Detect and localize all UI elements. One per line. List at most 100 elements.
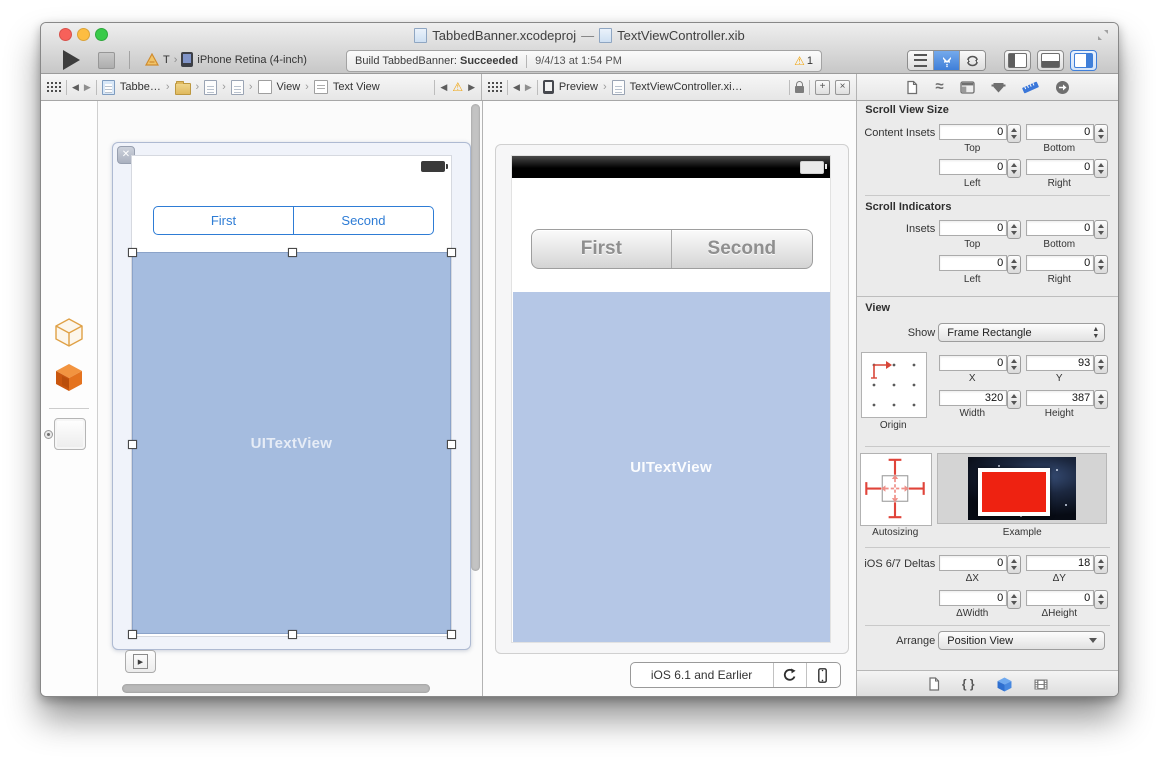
- indicator-inset-left-stepper[interactable]: [1007, 255, 1021, 274]
- identity-inspector-tab-icon[interactable]: [960, 81, 975, 94]
- preview-os-version-button[interactable]: iOS 6.1 and Earlier: [631, 663, 774, 687]
- ios-root-view[interactable]: First Second UITextView: [131, 155, 452, 637]
- vertical-scrollbar[interactable]: [471, 104, 480, 571]
- media-library-icon[interactable]: [1034, 679, 1048, 690]
- first-responder-icon[interactable]: [54, 363, 84, 392]
- assistant-editor-button[interactable]: [934, 51, 960, 70]
- xib-file-icon[interactable]: [231, 80, 244, 95]
- fullscreen-icon[interactable]: [1097, 29, 1109, 41]
- breadcrumb-view[interactable]: View: [277, 81, 301, 93]
- issue-badge[interactable]: ⚠ 1: [794, 54, 813, 68]
- resize-handle-mid-right[interactable]: [447, 440, 456, 449]
- version-editor-button[interactable]: [960, 51, 985, 70]
- related-items-icon[interactable]: [488, 82, 502, 92]
- segment-first[interactable]: First: [154, 207, 294, 234]
- back-button[interactable]: ◀: [513, 82, 520, 93]
- close-assistant-editor-button[interactable]: ×: [835, 80, 850, 95]
- content-inset-top-field[interactable]: [939, 124, 1007, 140]
- width-field[interactable]: [939, 390, 1007, 406]
- forward-button[interactable]: ▶: [84, 82, 91, 93]
- related-items-icon[interactable]: [47, 82, 61, 92]
- device-type-button[interactable]: [807, 663, 839, 687]
- previous-issue-button[interactable]: ◀: [440, 82, 447, 93]
- height-field[interactable]: [1026, 390, 1094, 406]
- content-inset-bottom-field[interactable]: [1026, 124, 1094, 140]
- file-template-library-icon[interactable]: [928, 677, 940, 691]
- uitextview-selected[interactable]: UITextView: [132, 252, 451, 634]
- show-popup-button[interactable]: Frame Rectangle ▲▼: [938, 323, 1105, 342]
- indicator-inset-top-field[interactable]: [939, 220, 1007, 236]
- delta-height-field[interactable]: [1026, 590, 1094, 606]
- indicator-inset-top-stepper[interactable]: [1007, 220, 1021, 239]
- content-inset-right-field[interactable]: [1026, 159, 1094, 175]
- resize-handle-bottom-right[interactable]: [447, 630, 456, 639]
- arrange-popup-button[interactable]: Position View: [938, 631, 1105, 650]
- code-snippet-library-icon[interactable]: { }: [962, 677, 975, 691]
- delta-width-stepper[interactable]: [1007, 590, 1021, 609]
- utilities-toggle-button[interactable]: [1070, 50, 1097, 71]
- resize-handle-top-center[interactable]: [288, 248, 297, 257]
- size-inspector-tab-icon[interactable]: [1022, 80, 1039, 95]
- quick-help-inspector-tab-icon[interactable]: ≈: [935, 82, 943, 92]
- width-stepper[interactable]: [1007, 390, 1021, 409]
- scheme-selector[interactable]: T › iPhone Retina (4-inch): [145, 52, 307, 67]
- object-library-icon[interactable]: [997, 677, 1012, 692]
- add-assistant-editor-button[interactable]: +: [815, 80, 830, 95]
- y-stepper[interactable]: [1094, 355, 1108, 374]
- origin-widget[interactable]: [861, 352, 927, 418]
- height-stepper[interactable]: [1094, 390, 1108, 409]
- resize-handle-top-right[interactable]: [447, 248, 456, 257]
- standard-editor-button[interactable]: [908, 51, 934, 70]
- xib-file-icon[interactable]: [204, 80, 217, 95]
- resize-handle-top-left[interactable]: [128, 248, 137, 257]
- delta-y-stepper[interactable]: [1094, 555, 1108, 574]
- files-owner-icon[interactable]: [54, 318, 84, 347]
- breadcrumb-textview[interactable]: Text View: [333, 81, 380, 93]
- indicator-inset-right-stepper[interactable]: [1094, 255, 1108, 274]
- indicator-inset-right-field[interactable]: [1026, 255, 1094, 271]
- content-inset-left-field[interactable]: [939, 159, 1007, 175]
- x-stepper[interactable]: [1007, 355, 1021, 374]
- resize-handle-mid-left[interactable]: [128, 440, 137, 449]
- traffic-light-zoom[interactable]: [95, 28, 108, 41]
- delta-width-field[interactable]: [939, 590, 1007, 606]
- y-field[interactable]: [1026, 355, 1094, 371]
- attributes-inspector-tab-icon[interactable]: [991, 81, 1006, 94]
- autosizing-widget[interactable]: [860, 453, 932, 526]
- x-field[interactable]: [939, 355, 1007, 371]
- breadcrumb-preview-file[interactable]: TextViewController.xi…: [630, 81, 743, 93]
- navigator-toggle-button[interactable]: [1004, 50, 1031, 71]
- traffic-light-close[interactable]: [59, 28, 72, 41]
- connections-inspector-tab-icon[interactable]: [1055, 80, 1070, 95]
- delta-y-field[interactable]: [1026, 555, 1094, 571]
- debug-area-toggle-button[interactable]: [1037, 50, 1064, 71]
- breadcrumb-project[interactable]: Tabbe…: [120, 81, 161, 93]
- horizontal-scrollbar[interactable]: [122, 684, 430, 693]
- back-button[interactable]: ◀: [72, 82, 79, 93]
- lock-icon[interactable]: [795, 86, 804, 93]
- next-issue-button[interactable]: ▶: [468, 82, 475, 93]
- indicator-inset-bottom-field[interactable]: [1026, 220, 1094, 236]
- folder-icon[interactable]: [175, 83, 191, 95]
- indicator-inset-left-field[interactable]: [939, 255, 1007, 271]
- delta-x-field[interactable]: [939, 555, 1007, 571]
- content-inset-right-stepper[interactable]: [1094, 159, 1108, 178]
- breadcrumb-preview-mode[interactable]: Preview: [559, 81, 598, 93]
- run-button[interactable]: [63, 50, 80, 70]
- delta-height-stepper[interactable]: [1094, 590, 1108, 609]
- forward-button[interactable]: ▶: [525, 82, 532, 93]
- view-placeholder-icon[interactable]: [54, 418, 86, 450]
- resize-handle-bottom-center[interactable]: [288, 630, 297, 639]
- segment-second[interactable]: Second: [294, 207, 433, 234]
- content-inset-top-stepper[interactable]: [1007, 124, 1021, 143]
- indicator-inset-bottom-stepper[interactable]: [1094, 220, 1108, 239]
- stop-button[interactable]: [98, 52, 115, 69]
- content-inset-left-stepper[interactable]: [1007, 159, 1021, 178]
- rotate-device-button[interactable]: [774, 663, 807, 687]
- delta-x-stepper[interactable]: [1007, 555, 1021, 574]
- file-inspector-tab-icon[interactable]: [905, 80, 919, 95]
- traffic-light-minimize[interactable]: [77, 28, 90, 41]
- resize-handle-bottom-left[interactable]: [128, 630, 137, 639]
- document-outline-toggle[interactable]: ▶: [125, 650, 156, 673]
- content-inset-bottom-stepper[interactable]: [1094, 124, 1108, 143]
